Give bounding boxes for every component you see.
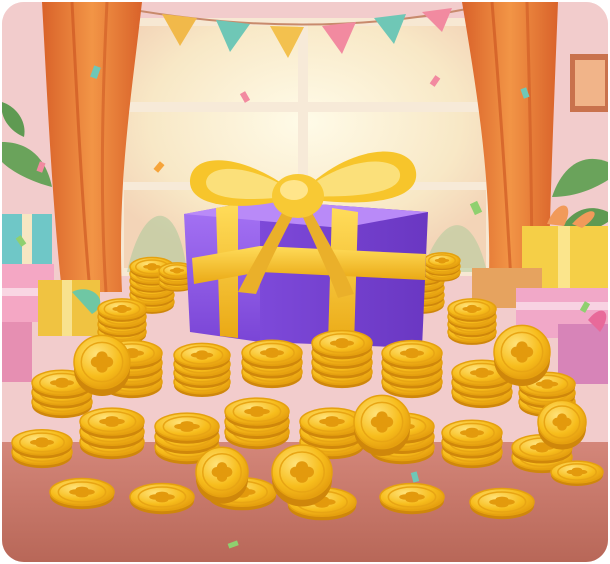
- clover-coin-icon: [224, 397, 290, 429]
- wall-picture: [570, 54, 608, 112]
- clover-coin-icon: [353, 394, 411, 457]
- clover-coin-icon: [271, 444, 333, 507]
- reward-illustration: [2, 2, 608, 562]
- clover-coin-icon: [469, 487, 535, 520]
- clover-coin-icon: [493, 324, 551, 387]
- clover-coin-icon: [441, 419, 503, 449]
- clover-coin-icon: [173, 342, 231, 371]
- clover-coin-icon: [129, 482, 195, 515]
- gift-box-icon: [184, 151, 428, 348]
- clover-coin-icon: [550, 460, 604, 486]
- clover-coin-icon: [154, 412, 220, 444]
- clover-coin-icon: [381, 339, 443, 370]
- clover-coin-icon: [195, 446, 249, 504]
- clover-coin-icon: [379, 482, 445, 515]
- clover-coin-icon: [97, 298, 147, 322]
- clover-coin-icon: [537, 399, 587, 450]
- clover-coin-icon: [447, 298, 497, 322]
- clover-coin-icon: [311, 329, 373, 360]
- clover-coin-icon: [79, 407, 145, 439]
- clover-coin-icon: [11, 429, 73, 459]
- clover-coin-icon: [49, 477, 115, 510]
- gift-coins-scene: [2, 2, 608, 562]
- clover-coin-icon: [423, 252, 461, 271]
- clover-coin-icon: [241, 339, 303, 369]
- clover-coin-icon: [73, 334, 131, 397]
